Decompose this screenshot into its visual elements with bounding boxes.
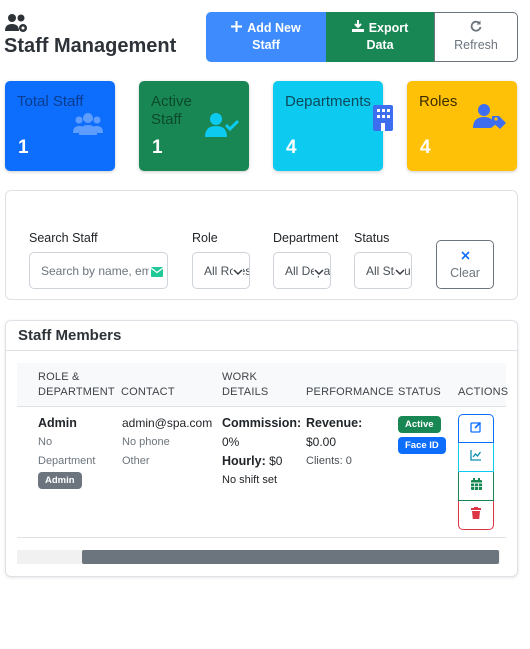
status-value: All Status xyxy=(366,263,412,278)
stat-card-total-staff: Total Staff 1 xyxy=(5,81,115,171)
stat-card-departments: Departments 4 xyxy=(273,81,393,171)
stat-label: Departments xyxy=(285,93,371,110)
user-check-icon xyxy=(205,112,240,143)
role-label: Role xyxy=(192,231,218,245)
calendar-icon xyxy=(470,477,482,495)
add-staff-label: Add New xyxy=(247,21,301,35)
commission-value: 0% xyxy=(222,435,240,449)
horizontal-scrollbar-thumb[interactable] xyxy=(82,550,499,564)
staff-members-panel: Staff Members ROLE & DEPARTMENT CONTACT … xyxy=(5,320,518,577)
schedule-button[interactable] xyxy=(458,472,494,501)
table-row-contact-cell: admin@spa.com No phone Other xyxy=(122,414,212,471)
stat-value: 1 xyxy=(152,137,163,158)
export-label-2: Data xyxy=(366,38,394,52)
chevron-down-icon xyxy=(314,266,324,276)
staff-department-line2: Department xyxy=(38,455,96,467)
building-icon xyxy=(373,105,393,136)
table-row-role-cell: Admin No Department Admin xyxy=(38,414,95,490)
stat-label: Total Staff xyxy=(17,93,84,110)
table-row-status-cell: Active Face ID xyxy=(398,415,446,455)
delete-button[interactable] xyxy=(458,501,494,530)
column-header-actions[interactable]: ACTIONS xyxy=(458,385,508,400)
stat-card-active-staff: Active Staff 1 xyxy=(139,81,249,171)
shift-text: No shift set xyxy=(222,474,278,486)
add-staff-button[interactable]: Add New Staff xyxy=(206,12,326,62)
status-label: Status xyxy=(354,231,390,245)
plus-icon xyxy=(231,20,243,37)
status-badge: Active xyxy=(398,416,441,433)
column-header-performance[interactable]: PERFORMANCE xyxy=(306,385,394,400)
column-header-role[interactable]: ROLE & DEPARTMENT xyxy=(38,370,118,400)
revenue-label: Revenue: xyxy=(306,416,363,430)
hourly-value: $0 xyxy=(269,454,283,468)
chevron-down-icon xyxy=(395,266,405,276)
department-select[interactable]: All Departments xyxy=(273,252,331,289)
add-staff-label-2: Staff xyxy=(252,38,280,52)
row-actions xyxy=(458,414,494,530)
users-icon xyxy=(73,111,103,142)
search-placeholder: Search by name, email xyxy=(41,263,164,278)
clear-filters-button[interactable]: Clear xyxy=(436,240,494,289)
envelope-icon xyxy=(149,266,164,280)
chevron-down-icon xyxy=(233,266,243,276)
column-header-work[interactable]: WORK DETAILS xyxy=(222,370,282,400)
search-label: Search Staff xyxy=(29,231,98,245)
refresh-label: Refresh xyxy=(454,38,498,52)
hourly-label: Hourly: xyxy=(222,454,266,468)
edit-button[interactable] xyxy=(458,414,494,443)
table-header: ROLE & DEPARTMENT CONTACT WORK DETAILS P… xyxy=(17,363,508,407)
user-tag-icon xyxy=(473,103,507,134)
revenue-value: $0.00 xyxy=(306,435,337,449)
staff-email[interactable]: admin@spa.com xyxy=(122,414,212,433)
stat-value: 4 xyxy=(286,137,297,158)
clear-label: Clear xyxy=(450,266,480,280)
commission-label: Commission: xyxy=(222,416,302,430)
table-row-work-cell: Commission: 0% Hourly: $0 No shift set xyxy=(222,414,301,490)
search-input[interactable]: Search by name, email xyxy=(29,252,168,289)
role-select[interactable]: All Roles xyxy=(192,252,250,289)
download-icon xyxy=(351,20,364,37)
staff-department-line1: No xyxy=(38,436,53,448)
staff-phone: No phone xyxy=(122,436,170,448)
filter-panel: Search Staff Search by name, email Role … xyxy=(5,190,518,300)
export-data-button[interactable]: Export Data xyxy=(326,12,434,62)
role-badge: Admin xyxy=(38,472,82,489)
header-actions: Add New Staff Export Data Refresh xyxy=(206,12,518,62)
stat-value: 1 xyxy=(18,137,29,158)
refresh-button[interactable]: Refresh xyxy=(434,12,518,62)
row-divider xyxy=(17,537,506,538)
table-row-performance-cell: Revenue: $0.00 Clients: 0 xyxy=(306,414,362,471)
role-value: All Roles xyxy=(204,263,250,278)
clients-count: Clients: 0 xyxy=(306,455,352,467)
panel-title: Staff Members xyxy=(6,321,517,351)
column-header-contact[interactable]: CONTACT xyxy=(121,385,175,400)
department-label: Department xyxy=(273,231,339,245)
trash-icon xyxy=(471,506,481,524)
staff-role: Admin xyxy=(38,416,77,430)
column-header-status[interactable]: STATUS xyxy=(398,385,441,400)
face-id-badge: Face ID xyxy=(398,437,446,454)
export-label: Export xyxy=(368,21,409,35)
page-header: Staff Management xyxy=(4,12,194,59)
users-cog-icon xyxy=(4,12,30,34)
stat-card-roles: Roles 4 xyxy=(407,81,517,171)
edit-icon xyxy=(470,420,482,438)
performance-button[interactable] xyxy=(458,443,494,472)
close-icon xyxy=(460,249,470,263)
staff-contact-type: Other xyxy=(122,455,150,467)
status-select[interactable]: All Status xyxy=(354,252,412,289)
refresh-icon xyxy=(470,20,482,37)
chart-line-icon xyxy=(470,448,482,466)
page-title: Staff Management xyxy=(4,35,177,57)
stat-value: 4 xyxy=(420,137,431,158)
department-value: All Departments xyxy=(285,263,330,278)
